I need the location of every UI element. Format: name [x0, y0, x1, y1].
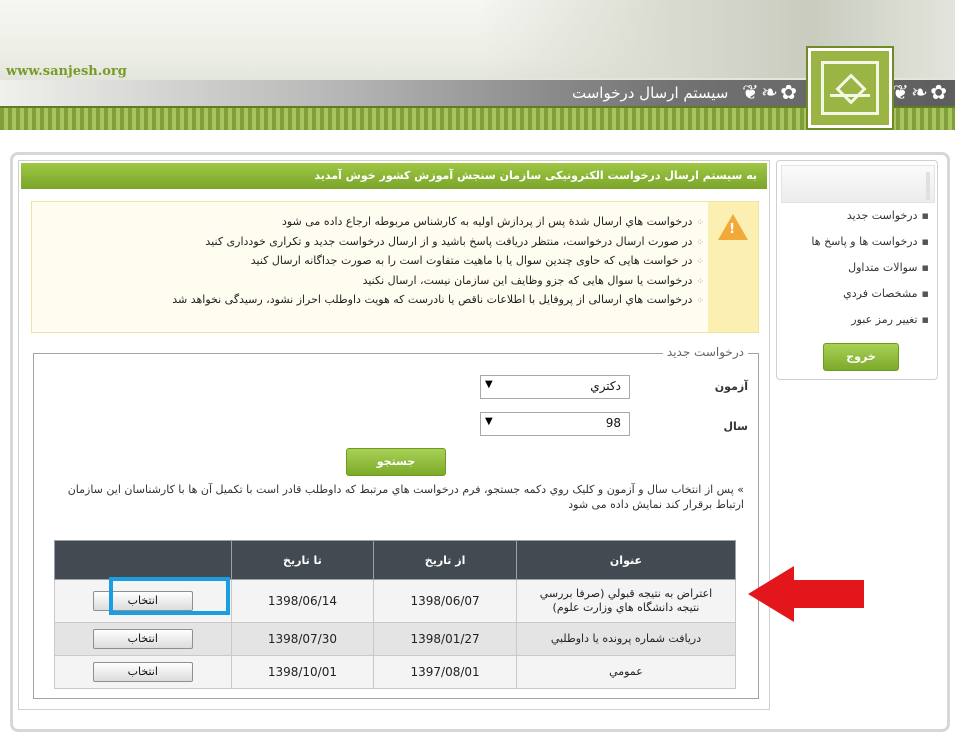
- logo-frame: [821, 61, 879, 115]
- bullet-icon: ▪: [921, 235, 929, 248]
- bullet-icon: ⁘: [696, 296, 704, 306]
- red-arrow-annotation: [748, 566, 864, 622]
- sidebar-item-label[interactable]: تغيير رمز عبور: [851, 313, 917, 326]
- exam-select[interactable]: دكتري ▼: [480, 375, 630, 399]
- sidebar-item-label[interactable]: مشخصات فردي: [843, 287, 917, 300]
- notice-item: ⁘درخواست هاي ارسال شدة پس از پردازش اولی…: [281, 215, 704, 228]
- site-url[interactable]: www.sanjesh.org: [6, 64, 127, 79]
- exam-select-value: دكتري: [590, 379, 621, 393]
- cell-to-date: 1398/07/30: [230, 622, 375, 656]
- form-hint: » پس از انتخاب سال و آزمون و کلیک روي دک…: [67, 483, 744, 511]
- sidebar-item-faq[interactable]: ▪ سوالات متداول: [789, 261, 929, 287]
- notice-item: ⁘درخواست یا سوال هایی که جزو وظایف این س…: [362, 273, 704, 287]
- sidebar-item-new-request[interactable]: ▪درخواست جديد: [789, 209, 929, 235]
- fieldset-legend: درخواست جدید: [662, 345, 748, 359]
- ornament-icon: ❦ ❧ ✿: [892, 80, 947, 104]
- sidebar-item-label[interactable]: درخواست ها و پاسخ ها: [811, 235, 917, 248]
- sidebar-item-profile[interactable]: ▪ مشخصات فردي: [789, 287, 929, 313]
- select-button[interactable]: انتخاب: [92, 629, 193, 649]
- cell-from-date: 1397/08/01: [373, 655, 517, 689]
- new-request-fieldset: درخواست جدید آزمون دكتري ▼ سال 98 ▼ جستج…: [33, 345, 759, 699]
- bullet-icon: ⁘: [696, 237, 704, 248]
- sidebar-item-label[interactable]: سوالات متداول: [848, 261, 917, 274]
- notice-box: ! ⁘درخواست هاي ارسال شدة پس از پردازش او…: [31, 201, 759, 333]
- table-row: عمومي 1397/08/01 1398/10/01 انتخاب: [54, 655, 737, 689]
- warning-icon-mark: !: [729, 222, 735, 237]
- select-button[interactable]: انتخاب: [92, 662, 193, 682]
- bullet-icon: ▪: [921, 287, 929, 300]
- bullet-icon: ▪: [921, 313, 929, 326]
- search-button[interactable]: جستجو: [346, 448, 446, 476]
- year-select-value: 98: [605, 416, 621, 430]
- dropdown-arrow-icon: ▼: [485, 379, 493, 390]
- bullet-icon: ⁘: [696, 218, 704, 228]
- bullet-icon: ⁘: [696, 257, 704, 267]
- cell-action: انتخاب: [54, 655, 232, 689]
- table-header-row: عنوان از تاريخ تا تاريخ: [54, 540, 737, 580]
- cell-from-date: 1398/01/27: [373, 622, 517, 656]
- table-row: دريافت شماره پرونده يا داوطلبي 1398/01/2…: [54, 622, 737, 656]
- sidebar-menu: ▪درخواست جديد ▪درخواست ها و پاسخ ها ▪سوا…: [776, 160, 938, 380]
- dropdown-arrow-icon: ▼: [485, 416, 493, 427]
- sidebar-item-requests-answers[interactable]: ▪ درخواست ها و پاسخ ها: [789, 235, 929, 261]
- select-button-highlight: [109, 577, 230, 615]
- sidebar-item-label[interactable]: درخواست جديد: [847, 209, 918, 222]
- col-header-title: عنوان: [515, 540, 737, 580]
- cell-to-date: 1398/06/14: [230, 579, 375, 623]
- welcome-banner: به سیستم ارسال درخواست الکترونیکی سازمان…: [21, 163, 767, 189]
- logo-bar: [830, 94, 870, 97]
- welcome-text: به سیستم ارسال درخواست الکترونیکی سازمان…: [314, 169, 757, 182]
- cell-title: اعتراض به نتيجه قبولي (صرفا بررسي نتيجه د…: [515, 579, 737, 623]
- bullet-icon: ▪: [921, 209, 929, 222]
- col-header-to: تا تاريخ: [230, 540, 375, 580]
- col-header-from: از تاريخ: [373, 540, 517, 580]
- cell-from-date: 1398/06/07: [373, 579, 517, 623]
- bullet-icon: ⁘: [696, 276, 704, 287]
- notice-item: ⁘در صورت ارسال درخواست، منتظر دریافت پاس…: [205, 234, 704, 248]
- cell-action: انتخاب: [54, 622, 232, 656]
- cell-title: عمومي: [515, 655, 737, 689]
- sidebar-item-change-password[interactable]: ▪ تغيير رمز عبور: [789, 313, 929, 339]
- year-label: سال: [723, 420, 749, 433]
- sanjesh-logo[interactable]: [808, 48, 892, 128]
- cell-title: دريافت شماره پرونده يا داوطلبي: [515, 622, 737, 656]
- main-panel: به سیستم ارسال درخواست الکترونیکی سازمان…: [18, 160, 770, 710]
- notice-item: ⁘در خواست هایی که حاوی چندین سوال یا با …: [250, 254, 704, 267]
- notice-list: ⁘درخواست هاي ارسال شدة پس از پردازش اولی…: [44, 212, 704, 310]
- ornament-icon: ❦ ❧ ✿: [742, 80, 797, 104]
- logout-button[interactable]: خروج: [823, 343, 899, 371]
- col-header-action: [54, 540, 232, 580]
- bullet-icon: ▪: [921, 261, 929, 274]
- exam-label: آزمون: [714, 380, 748, 393]
- logo-diamond: [835, 73, 867, 105]
- page-title: سیستم ارسال درخواست: [572, 84, 729, 102]
- notice-item: ⁘درخواست هاي ارسالی از پروفایل با اطلاعا…: [172, 293, 704, 306]
- cell-to-date: 1398/10/01: [230, 655, 375, 689]
- site-header: www.sanjesh.org ❦ ❧ ✿ ❦ ❧ ✿ سیستم ارسال …: [0, 0, 955, 130]
- sidebar-list: ▪درخواست جديد ▪درخواست ها و پاسخ ها ▪سوا…: [789, 209, 929, 339]
- year-select[interactable]: 98 ▼: [480, 412, 630, 436]
- sidebar-header: [781, 165, 935, 203]
